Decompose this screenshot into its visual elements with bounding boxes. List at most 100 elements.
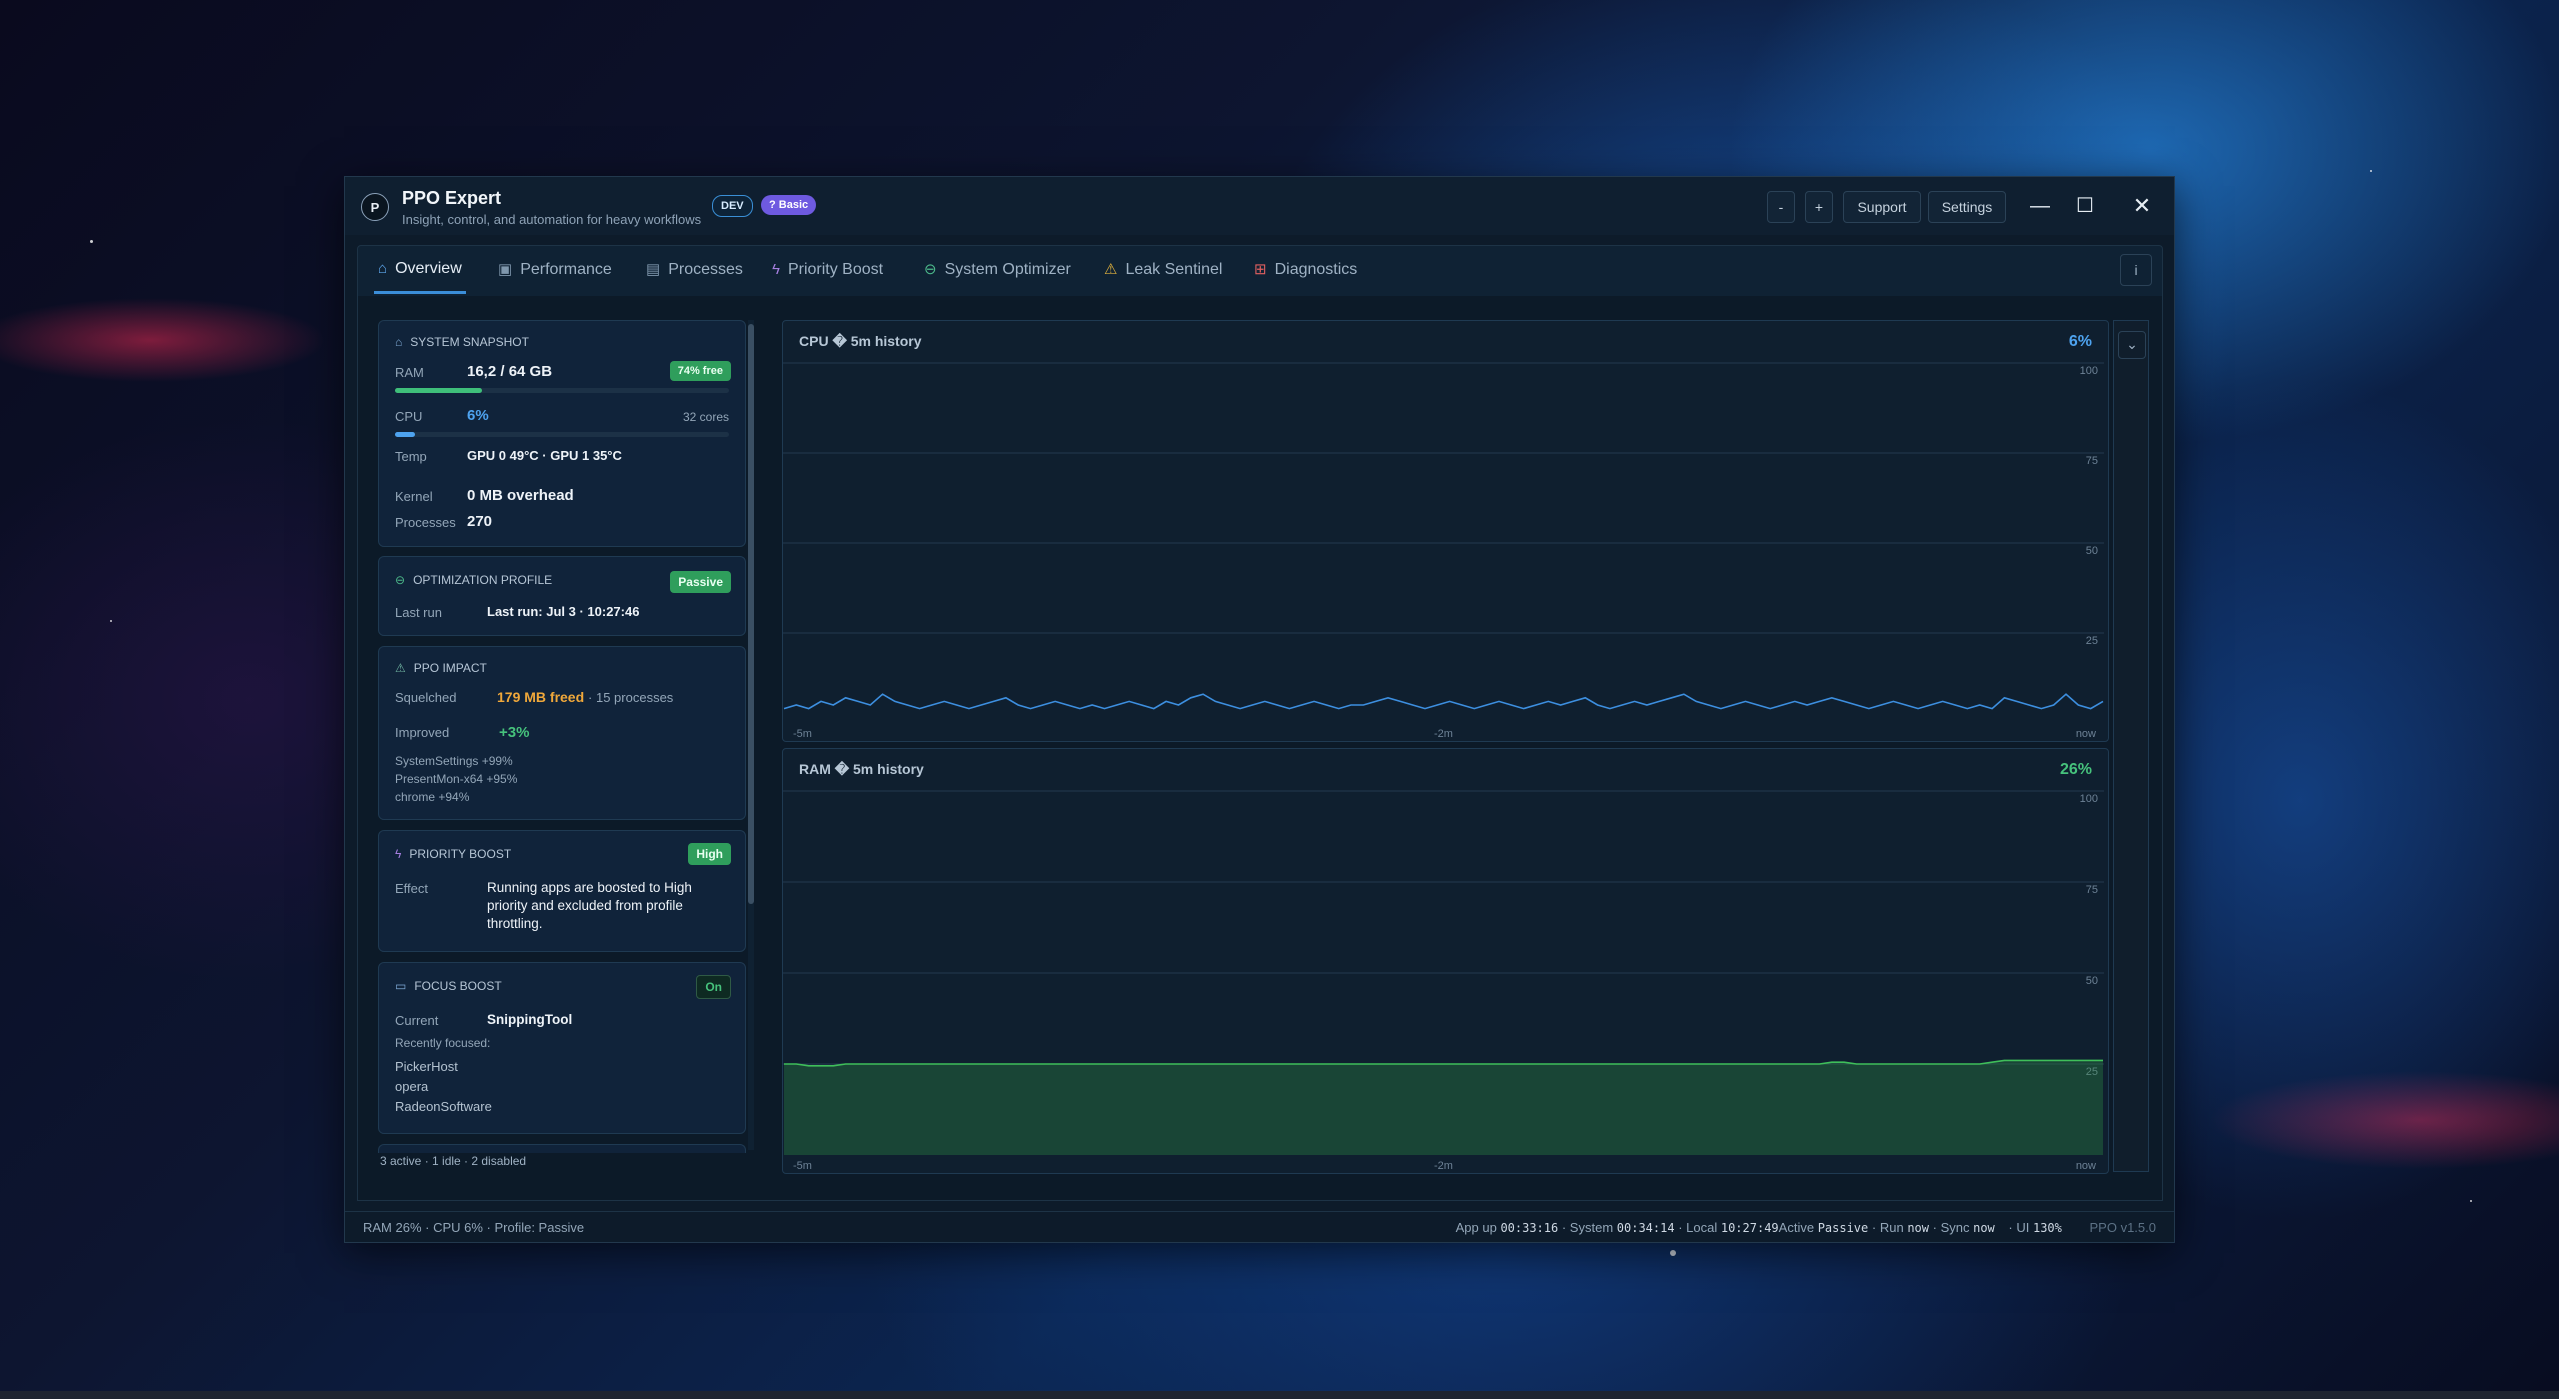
tab-leak-sentinel[interactable]: ⚠ Leak Sentinel	[1104, 246, 1222, 294]
local-value: 10:27:49	[1720, 1221, 1779, 1235]
lightning-icon: ϟ	[772, 261, 780, 278]
chart-current-value: 26%	[2059, 761, 2092, 778]
squelched-label: Squelched	[395, 690, 457, 705]
zoom-in-button[interactable]: +	[1805, 191, 1833, 223]
home-icon: ⌂	[378, 259, 388, 277]
app-subtitle: Insight, control, and automation for hea…	[402, 212, 702, 227]
squelched-suffix: · 15 processes	[588, 690, 674, 705]
profile-badge[interactable]: Passive	[670, 571, 731, 593]
effect-value: Running apps are boosted to High priorit…	[487, 880, 692, 931]
y-tick-label: 100	[2080, 365, 2098, 377]
minimize-button[interactable]: —	[2023, 189, 2057, 223]
current-label: Current	[395, 1013, 439, 1028]
recent-item: PickerHost	[395, 1059, 458, 1074]
y-tick-label: 75	[2086, 884, 2098, 896]
kernel-label: Kernel	[395, 489, 433, 504]
y-tick-label: 25	[2086, 635, 2098, 647]
tab-processes[interactable]: ▤ Processes	[646, 246, 743, 294]
tab-overview[interactable]: ⌂ Overview	[374, 246, 466, 294]
tab-performance[interactable]: ▣ Performance	[498, 246, 612, 294]
system-snapshot-card: ⌂ SYSTEM SNAPSHOT RAM 16,2 / 64 GB 74% f…	[378, 320, 746, 547]
maximize-button[interactable]: ☐	[2068, 189, 2102, 223]
home-icon: ⌂	[395, 335, 403, 349]
settings-button[interactable]: Settings	[1928, 191, 2006, 223]
x-tick-label: -5m	[793, 1160, 812, 1171]
tab-label: Diagnostics	[1274, 261, 1358, 278]
cpu-chart-plot: 100 75 50 25 -5m -2m now	[783, 362, 2104, 739]
focus-badge[interactable]: On	[696, 975, 731, 999]
x-tick-label: now	[2076, 1160, 2096, 1171]
card-title: FOCUS BOOST	[414, 979, 502, 993]
recent-item: RadeonSoftware	[395, 1099, 492, 1114]
y-tick-label: 50	[2086, 975, 2098, 987]
tab-label: Performance	[520, 261, 612, 278]
tab-label: Priority Boost	[787, 261, 884, 278]
impact-item: chrome +94%	[395, 790, 470, 804]
app-window: P PPO Expert Insight, control, and autom…	[344, 176, 2175, 1243]
tab-priority-boost[interactable]: ϟ Priority Boost	[772, 246, 883, 294]
run-label: · Run	[1871, 1220, 1904, 1235]
info-button[interactable]: i	[2120, 254, 2152, 286]
system-value: 00:34:14	[1616, 1221, 1675, 1235]
temp-value: GPU 0 49°C · GPU 1 35°C	[467, 448, 622, 463]
title-bar[interactable]: P PPO Expert Insight, control, and autom…	[345, 177, 2174, 235]
card-header: ▭ FOCUS BOOST	[395, 979, 502, 993]
x-tick-label: -2m	[1434, 728, 1453, 739]
card-title: SYSTEM SNAPSHOT	[410, 335, 529, 349]
next-card-peek	[378, 1144, 746, 1153]
chevron-down-icon[interactable]: ⌄	[2118, 331, 2146, 359]
recent-label: Recently focused:	[395, 1036, 491, 1050]
diagnostics-icon: ⊞	[1254, 261, 1267, 278]
app-up-label: App up	[1455, 1220, 1497, 1235]
last-run-value: Last run: Jul 3 · 10:27:46	[487, 604, 640, 619]
cpu-usage-bar	[395, 432, 729, 437]
card-title: PRIORITY BOOST	[409, 847, 512, 861]
improved-label: Improved	[395, 725, 450, 740]
support-button[interactable]: Support	[1843, 191, 1921, 223]
run-value: now	[1907, 1221, 1929, 1235]
kernel-value: 0 MB overhead	[467, 487, 574, 504]
priority-badge[interactable]: High	[688, 843, 731, 865]
priority-boost-card: ϟ PRIORITY BOOST High Effect Running app…	[378, 830, 746, 952]
series-area	[784, 1060, 2103, 1155]
gamepad-icon: ⊖	[395, 573, 406, 587]
improved-value: +3%	[499, 724, 530, 741]
recent-item: opera	[395, 1079, 429, 1094]
zoom-out-button[interactable]: -	[1767, 191, 1795, 223]
series-line	[783, 693, 2104, 710]
tab-diagnostics[interactable]: ⊞ Diagnostics	[1254, 246, 1357, 294]
monitor-icon: ▭	[395, 979, 407, 993]
lightning-icon: ϟ	[395, 847, 402, 861]
chart-side-rail: ⌄	[2113, 320, 2149, 1172]
ram-history-chart: RAM � 5m history 26% 100755025-5m-2mnow	[782, 748, 2109, 1174]
ram-free-badge: 74% free	[669, 361, 731, 381]
tab-label: Processes	[668, 261, 743, 278]
ram-label: RAM	[395, 365, 424, 380]
impact-item: SystemSettings +99%	[395, 754, 513, 768]
processes-label: Processes	[395, 515, 456, 530]
close-button[interactable]: ✕	[2125, 189, 2159, 223]
squelched-value: 179 MB freed	[497, 689, 585, 705]
optimization-profile-card: ⊖ OPTIMIZATION PROFILE Passive Last run …	[378, 556, 746, 636]
status-bar: RAM 26% · CPU 6% · Profile: Passive App …	[345, 1211, 2174, 1242]
tab-bar: ⌂ Overview ▣ Performance ▤ Processes ϟ P…	[357, 245, 2163, 297]
cpu-history-chart: CPU � 5m history 6% 100 75 50 25 -5m -2m now	[782, 320, 2109, 742]
sync-label: · Sync	[1932, 1220, 1970, 1235]
y-tick-label: 50	[2086, 545, 2098, 557]
system-label: · System	[1561, 1220, 1614, 1235]
sidebar-scrollbar-thumb[interactable]	[748, 324, 754, 904]
ram-usage-fill	[395, 388, 482, 393]
sync-value: now	[1973, 1221, 1995, 1235]
status-details: App up 00:33:16 · System 00:34:14 · Loca…	[1456, 1220, 2156, 1235]
card-title: PPO IMPACT	[413, 661, 487, 675]
ui-scale-label: · UI	[2008, 1220, 2030, 1235]
app-up-value: 00:33:16	[1500, 1221, 1559, 1235]
taskbar	[0, 1391, 2559, 1399]
tab-system-optimizer[interactable]: ⊖ System Optimizer	[924, 246, 1071, 294]
basic-mode-badge[interactable]: ? Basic	[761, 195, 817, 215]
card-header: ϟ PRIORITY BOOST	[395, 847, 511, 861]
overview-panel: ⌂ SYSTEM SNAPSHOT RAM 16,2 / 64 GB 74% f…	[357, 296, 2163, 1201]
cpu-usage-fill	[395, 432, 416, 437]
ram-chart-plot: 100755025-5m-2mnow	[783, 790, 2104, 1171]
ram-value: 16,2 / 64 GB	[467, 363, 553, 380]
